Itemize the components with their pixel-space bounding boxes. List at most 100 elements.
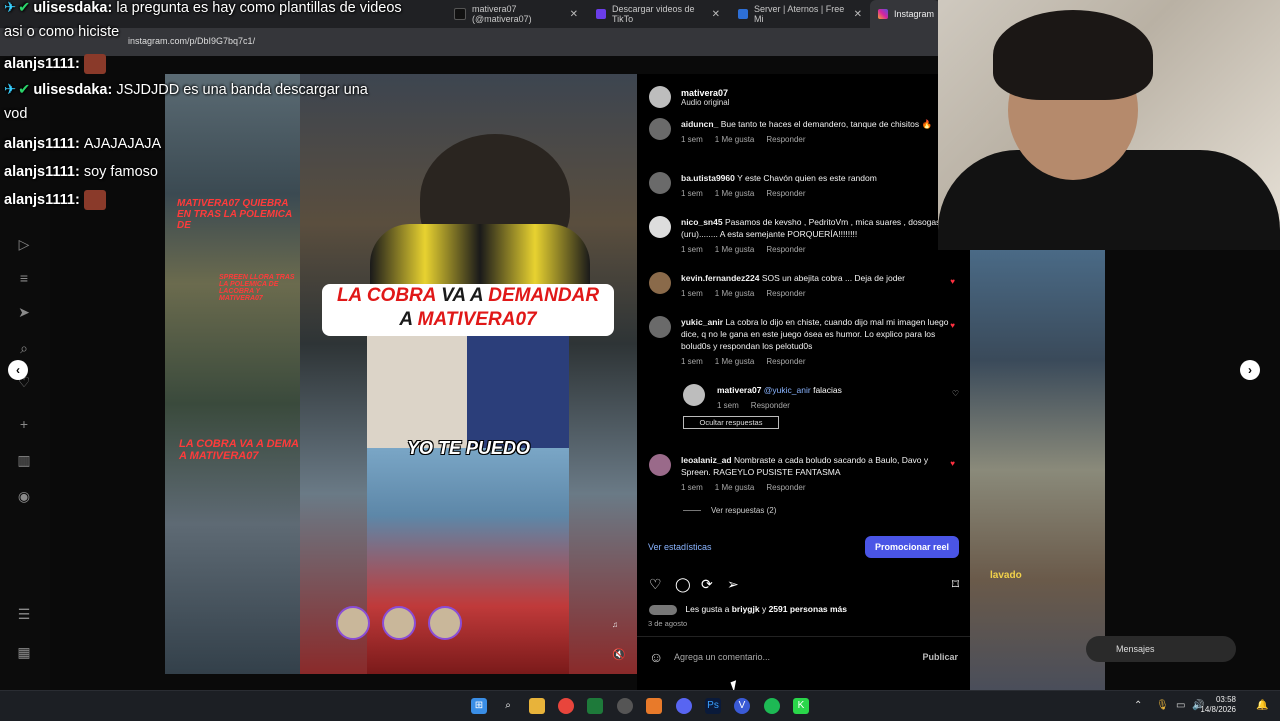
close-icon[interactable]: ✕ — [854, 9, 862, 20]
comment-time: 1 sem — [681, 483, 703, 492]
bookmark-icon[interactable]: ⌑ — [952, 576, 959, 593]
send-icon[interactable]: ➤ — [16, 304, 32, 320]
avatar[interactable] — [649, 118, 671, 140]
dashboard-icon[interactable]: ▥ — [16, 452, 32, 468]
avatar[interactable] — [428, 606, 462, 640]
comment-user[interactable]: nico_sn45 — [681, 217, 723, 227]
spotify-icon[interactable] — [764, 698, 780, 714]
avatar[interactable] — [336, 606, 370, 640]
reply-user[interactable]: mativera07 — [717, 385, 761, 395]
menu-icon[interactable]: ≡ — [16, 270, 32, 286]
network-icon[interactable]: ▭ — [1176, 700, 1185, 711]
avatar[interactable] — [649, 316, 671, 338]
tab-download[interactable]: Descargar videos de TikTo ✕ — [588, 0, 728, 28]
search-icon[interactable]: ⌕ — [16, 340, 32, 356]
minecraft-icon[interactable] — [587, 698, 603, 714]
avatar[interactable] — [649, 216, 671, 238]
next-arrow-icon[interactable]: › — [1240, 360, 1260, 380]
comment-likes[interactable]: 1 Me gusta — [715, 189, 755, 198]
avatar[interactable] — [649, 172, 671, 194]
comment-user[interactable]: kevin.fernandez224 — [681, 273, 759, 283]
chrome-icon[interactable] — [558, 698, 574, 714]
audio-icon[interactable]: ♫ — [612, 620, 618, 629]
tab-tiktok[interactable]: mativera07 (@mativera07) ✕ — [446, 0, 586, 28]
settings-icon[interactable] — [617, 698, 633, 714]
avatar[interactable] — [649, 86, 671, 108]
notification-icon[interactable]: 🔔 — [1256, 700, 1268, 711]
hide-replies-button[interactable]: Ocultar respuestas — [683, 416, 779, 429]
reply-button[interactable]: Responder — [766, 483, 805, 492]
comment-input[interactable]: Agrega un comentario... — [674, 652, 770, 662]
photoshop-icon[interactable]: Ps — [705, 698, 721, 714]
reply-button[interactable]: Responder — [766, 289, 805, 298]
reply-mention[interactable]: @yukic_anir — [764, 385, 811, 395]
audio-label[interactable]: Audio original — [681, 98, 729, 107]
comment-user[interactable]: aiduncn_ — [681, 119, 718, 129]
avatar[interactable] — [649, 454, 671, 476]
comment-icon[interactable]: ◯ — [675, 576, 691, 593]
avatar[interactable] — [382, 606, 416, 640]
search-icon[interactable]: ⌕ — [500, 698, 516, 714]
avatar[interactable] — [649, 272, 671, 294]
reply-button[interactable]: Responder — [766, 357, 805, 366]
reply-button[interactable]: Responder — [751, 401, 790, 410]
create-icon[interactable]: + — [16, 416, 32, 432]
comment: ba.utista9960 Y este Chavón quien es est… — [649, 172, 959, 208]
like-icon[interactable]: ♡ — [649, 576, 662, 593]
tray-chevron-icon[interactable]: ⌃ — [1134, 700, 1142, 711]
view-stats-link[interactable]: Ver estadísticas — [648, 542, 712, 552]
likes-count[interactable]: 2591 personas más — [769, 604, 847, 614]
heart-icon[interactable]: ♡ — [952, 388, 959, 400]
brave-icon[interactable] — [646, 698, 662, 714]
close-icon[interactable]: ✕ — [570, 9, 578, 20]
post-author[interactable]: mativera07 — [681, 88, 729, 98]
comment-likes[interactable]: 1 Me gusta — [715, 289, 755, 298]
comment-likes[interactable]: 1 Me gusta — [715, 245, 755, 254]
reply-button[interactable]: Responder — [766, 189, 805, 198]
mute-icon[interactable]: 🔇 — [612, 648, 626, 661]
heart-icon[interactable]: ♥ — [950, 458, 955, 470]
likes-user[interactable]: briygjk — [732, 604, 760, 614]
headline-part: DEMANDAR — [488, 285, 600, 306]
repost-icon[interactable]: ⟳ — [701, 576, 713, 593]
comment-user[interactable]: leoalaniz_ad — [681, 455, 732, 465]
comment-user[interactable]: yukic_anir — [681, 317, 723, 327]
publish-button[interactable]: Publicar — [922, 652, 958, 662]
clock[interactable]: 03:58 14/8/2026 — [1200, 695, 1236, 715]
comment-likes[interactable]: 1 Me gusta — [715, 357, 755, 366]
tab-aternos[interactable]: Server | Aternos | Free Mi ✕ — [730, 0, 870, 28]
chat-text: soy famoso — [83, 164, 158, 180]
kick-icon[interactable]: K — [793, 698, 809, 714]
comment-likes[interactable]: 1 Me gusta — [715, 135, 755, 144]
comment-user[interactable]: ba.utista9960 — [681, 173, 735, 183]
file-explorer-icon[interactable] — [529, 698, 545, 714]
microphone-icon[interactable]: 🎙 — [1156, 700, 1169, 711]
comment-likes[interactable]: 1 Me gusta — [715, 483, 755, 492]
comment-text: Bue tanto te haces el demandero, tanque … — [720, 119, 933, 129]
video-inset-right — [467, 336, 569, 448]
view-replies-button[interactable]: Ver respuestas (2) — [683, 506, 776, 515]
discord-icon[interactable] — [676, 698, 692, 714]
likes-summary[interactable]: Les gusta a briygjk y 2591 personas más — [649, 604, 847, 615]
heart-icon[interactable]: ♥ — [950, 320, 955, 332]
close-icon[interactable]: ✕ — [712, 9, 720, 20]
previous-arrow-icon[interactable]: ‹ — [8, 360, 28, 380]
messages-button[interactable]: Mensajes — [1086, 636, 1236, 662]
webcam-overlay — [938, 0, 1280, 250]
vegas-icon[interactable]: V — [734, 698, 750, 714]
heart-icon[interactable]: ♥ — [950, 276, 955, 288]
share-icon[interactable]: ➢ — [727, 576, 739, 593]
promote-reel-button[interactable]: Promocionar reel — [865, 536, 959, 558]
more-icon[interactable]: ☰ — [16, 606, 32, 622]
profile-icon[interactable]: ◉ — [16, 488, 32, 504]
reels-icon[interactable]: ▷ — [16, 236, 32, 252]
apps-icon[interactable]: ▦ — [16, 644, 32, 660]
emoji-icon[interactable]: ☺ — [649, 649, 663, 665]
tiktok-icon — [454, 8, 466, 20]
tab-instagram[interactable]: Instagram — [870, 0, 940, 28]
reply-button[interactable]: Responder — [766, 135, 805, 144]
windows-start-icon[interactable]: ⊞ — [471, 698, 487, 714]
reel-video[interactable]: LA COBRA VA A DEMANDAR A MATIVERA07 YO T… — [300, 74, 637, 674]
reply-button[interactable]: Responder — [766, 245, 805, 254]
avatar[interactable] — [683, 384, 705, 406]
